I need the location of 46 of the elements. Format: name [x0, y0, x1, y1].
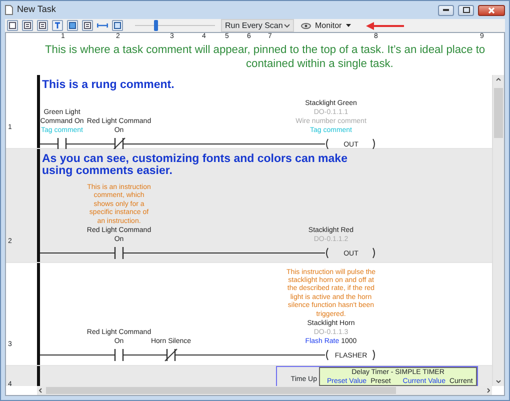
- monitor-button[interactable]: Monitor: [298, 20, 354, 32]
- window-title: New Task: [17, 3, 56, 16]
- toolbar-button[interactable]: [7, 20, 18, 31]
- close-button[interactable]: [478, 4, 505, 16]
- eye-icon: [301, 22, 311, 28]
- toolbar-button[interactable]: [82, 20, 93, 31]
- toolbar-button[interactable]: [22, 20, 33, 31]
- list-icon: [24, 22, 31, 29]
- scrollbar-thumb[interactable]: [494, 88, 503, 138]
- scan-mode-dropdown[interactable]: Run Every Scan: [221, 19, 294, 32]
- window-icon: [114, 22, 121, 29]
- task-comment-line: contained within a single task.: [246, 57, 394, 71]
- close-icon: [488, 6, 495, 14]
- wire-line: [122, 354, 168, 356]
- rung-comment: This is a rung comment.: [42, 79, 176, 91]
- minimize-icon: [443, 9, 449, 11]
- horizontal-scrollbar[interactable]: [37, 386, 492, 395]
- closed-contact-symbol[interactable]: [164, 348, 178, 362]
- rung-comment: As you can see, customizing fonts and colors can make using comments easier.: [42, 153, 348, 177]
- text-icon: [54, 22, 61, 29]
- scrollbar-thumb[interactable]: [46, 387, 396, 394]
- maximize-button[interactable]: [458, 4, 474, 16]
- closed-contact-symbol[interactable]: [112, 137, 126, 151]
- document-icon: [5, 5, 13, 15]
- list-icon: [84, 22, 91, 29]
- page-icon: [9, 22, 16, 29]
- chevron-down-icon: [284, 24, 290, 28]
- contact-symbol[interactable]: [114, 246, 124, 260]
- scroll-down-icon[interactable]: [496, 380, 501, 383]
- task-comment-line: This is where a task comment will appear, pinned to the top of a task. It’s an ideal place to: [45, 43, 486, 57]
- arrow-annotation: [366, 22, 404, 30]
- slider-thumb[interactable]: [154, 20, 158, 31]
- scroll-up-icon[interactable]: [496, 78, 501, 81]
- zoom-slider[interactable]: [135, 20, 215, 31]
- contact-symbol[interactable]: [57, 137, 67, 151]
- scroll-right-icon[interactable]: [487, 388, 490, 393]
- vertical-scrollbar[interactable]: [492, 75, 504, 386]
- toolbar-button[interactable]: [67, 20, 78, 31]
- caret-down-icon: [346, 24, 351, 27]
- scroll-left-icon[interactable]: [39, 388, 42, 393]
- maximize-icon: [462, 7, 470, 13]
- minimize-button[interactable]: [438, 4, 454, 16]
- toolbar-button[interactable]: [52, 20, 63, 31]
- toolbar-button[interactable]: [37, 20, 48, 31]
- contact-symbol[interactable]: [114, 348, 124, 362]
- toolbar-button[interactable]: [112, 20, 123, 31]
